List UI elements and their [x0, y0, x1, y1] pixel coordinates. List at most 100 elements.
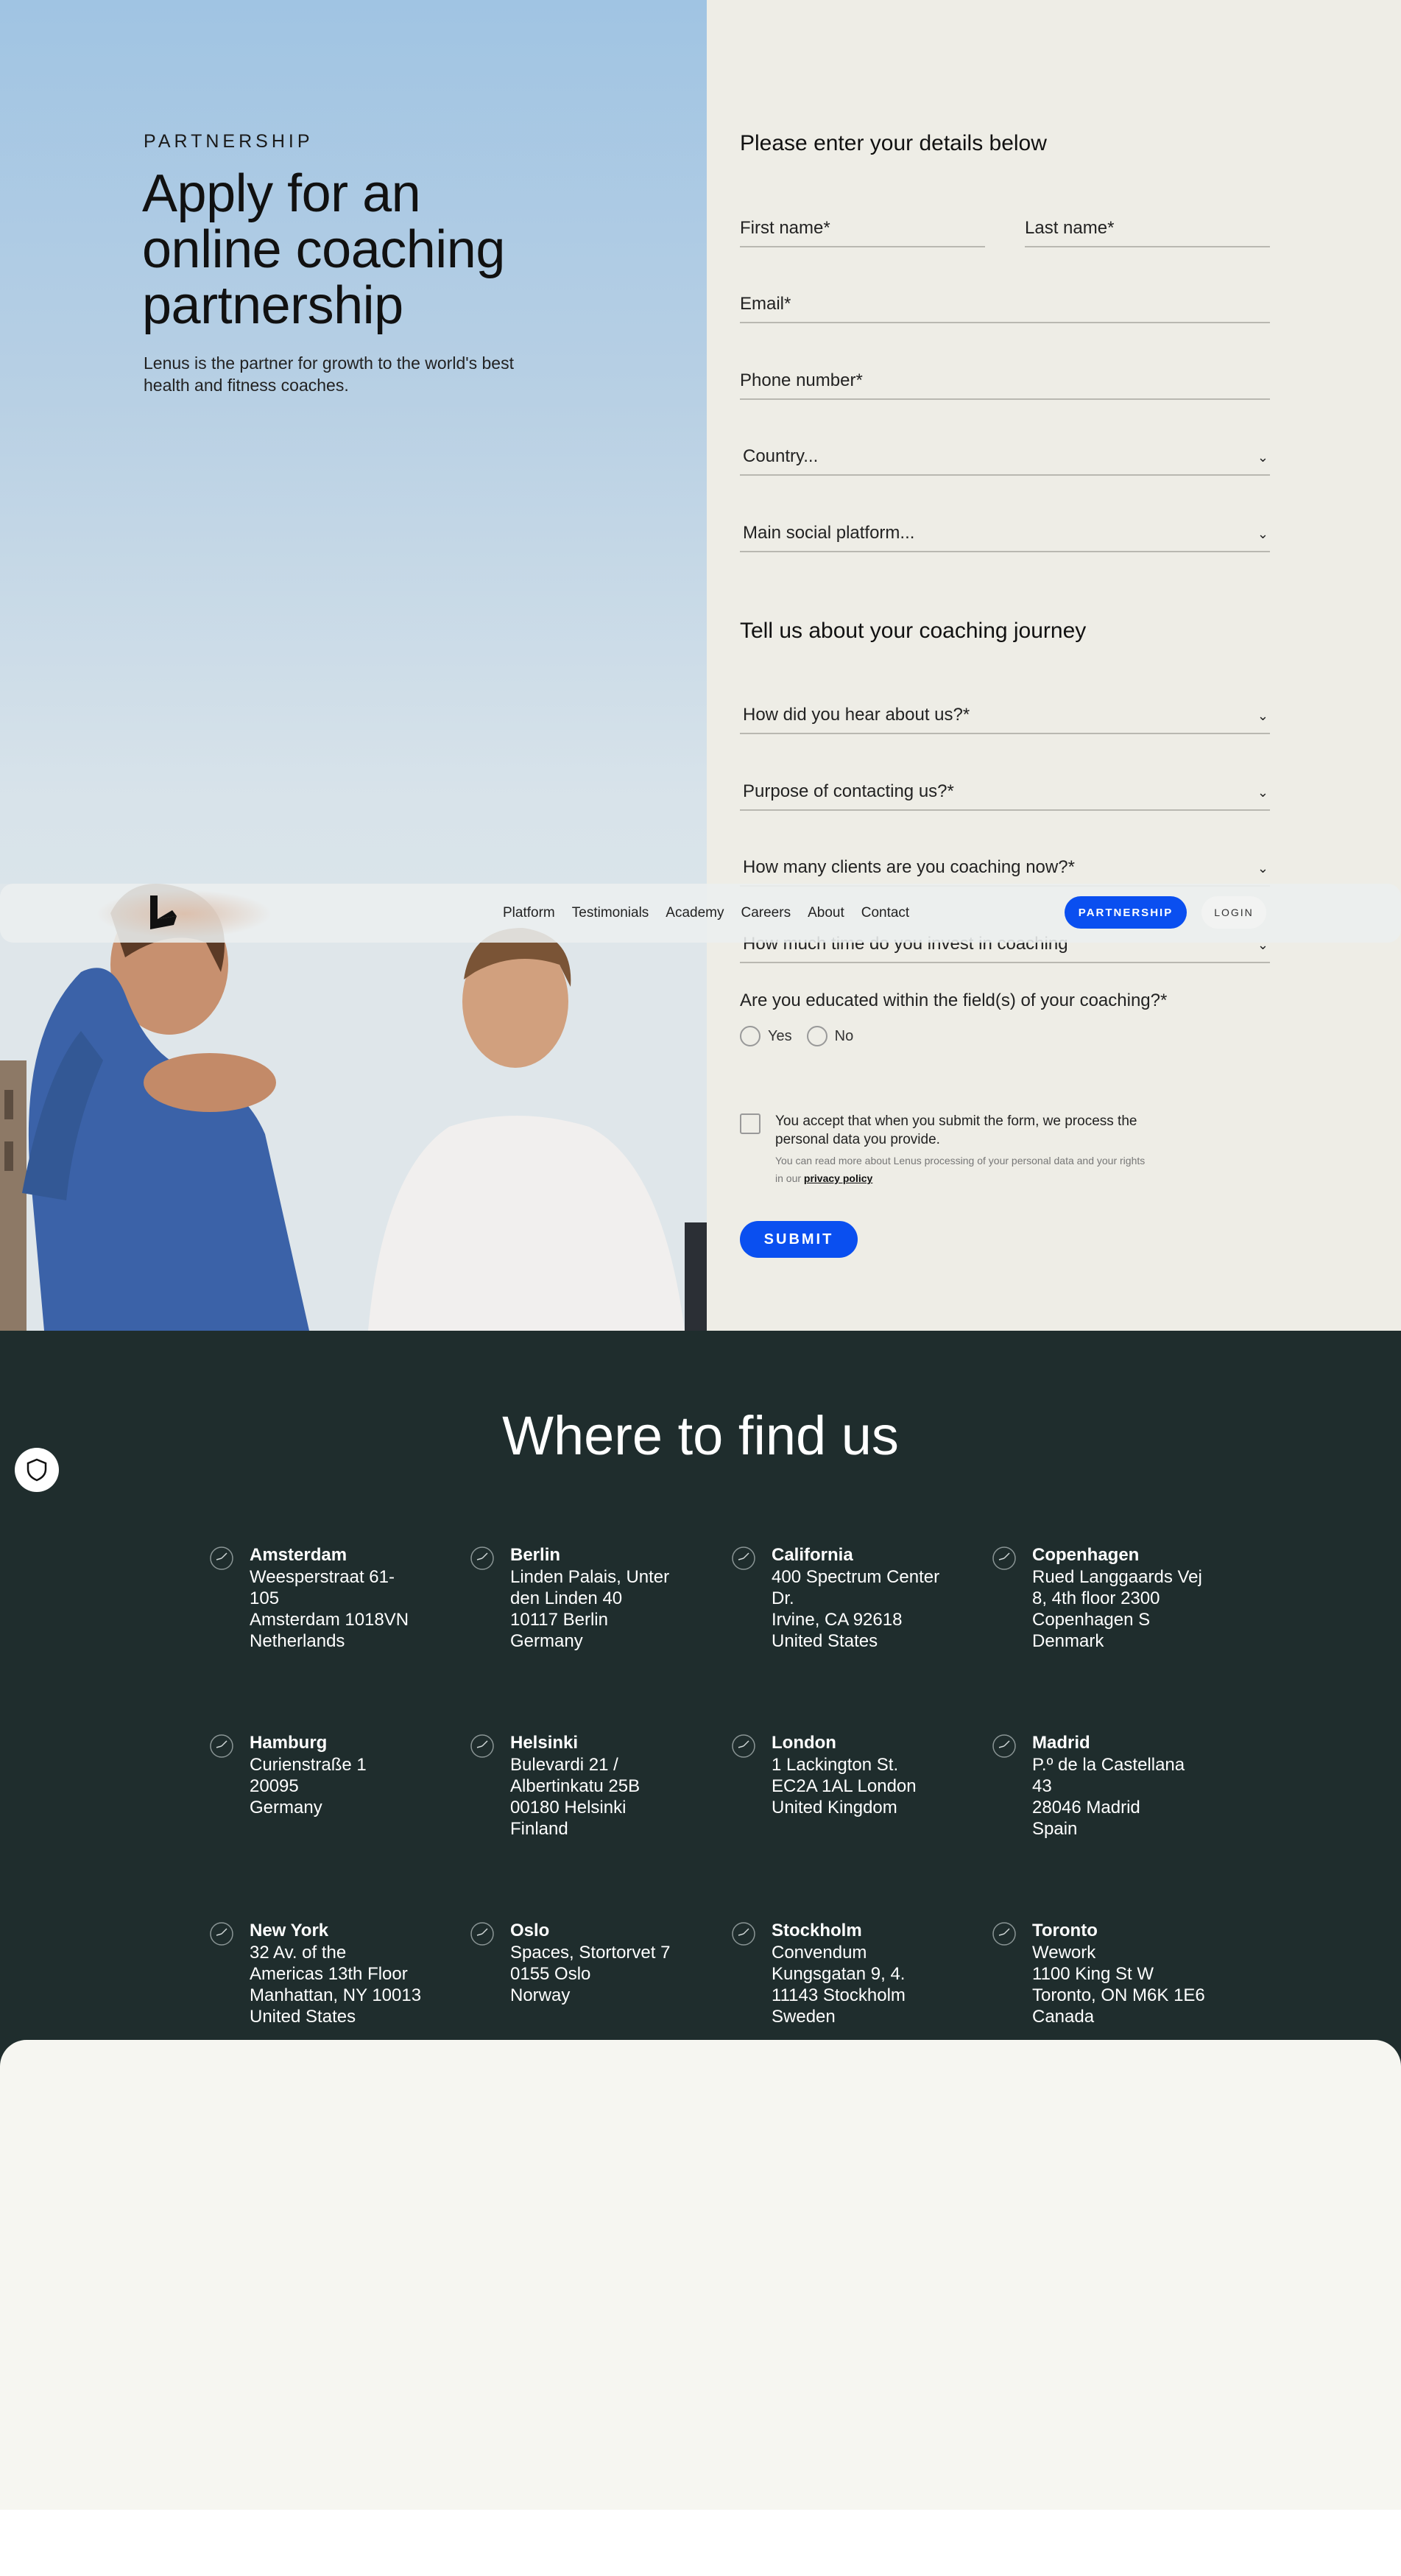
hear-about-label: How did you hear about us?* — [743, 705, 970, 725]
office-city: Oslo — [510, 1921, 550, 1940]
clock-icon — [210, 1546, 233, 1570]
nav-link-platform[interactable]: Platform — [503, 905, 555, 921]
privacy-policy-link[interactable]: privacy policy — [804, 1172, 872, 1184]
clock-icon — [732, 1734, 755, 1758]
nav-links: Platform Testimonials Academy Careers Ab… — [503, 884, 909, 943]
offices-title: Where to find us — [502, 1405, 899, 1466]
clients-label: How many clients are you coaching now?* — [743, 857, 1075, 877]
last-name-label: Last name* — [1025, 218, 1115, 238]
consent-text: You accept that when you submit the form… — [775, 1113, 1137, 1147]
office-item: Stockholm Convendum Kungsgatan 9, 4. 1114… — [732, 1920, 963, 2027]
submit-button[interactable]: SUBMIT — [740, 1221, 858, 1258]
clock-icon — [210, 1734, 233, 1758]
office-city: Copenhagen — [1032, 1545, 1140, 1565]
clock-icon — [992, 1734, 1016, 1758]
consent-checkbox[interactable] — [740, 1113, 761, 1134]
chevron-down-icon: ⌄ — [1257, 708, 1268, 723]
hero-section: PARTNERSHIP Apply for an online coaching… — [0, 0, 707, 1331]
office-item: California 400 Spectrum Center Dr. Irvine… — [732, 1544, 963, 1652]
phone-label: Phone number* — [740, 370, 863, 390]
login-button[interactable]: LOGIN — [1201, 896, 1266, 929]
phone-field[interactable]: Phone number* — [740, 360, 1270, 400]
radio-yes[interactable]: Yes — [740, 1026, 792, 1046]
email-label: Email* — [740, 294, 791, 314]
office-address: 1 Lackington St. EC2A 1AL London United … — [772, 1755, 917, 1817]
nav-link-testimonials[interactable]: Testimonials — [572, 905, 649, 921]
clock-icon — [210, 1922, 233, 1946]
office-city: Toronto — [1032, 1921, 1098, 1940]
clock-icon — [470, 1734, 494, 1758]
journey-heading: Tell us about your coaching journey — [740, 619, 1087, 643]
nav-link-academy[interactable]: Academy — [666, 905, 724, 921]
office-city: London — [772, 1733, 836, 1753]
office-item: New York 32 Av. of the Americas 13th Floo… — [210, 1920, 441, 2027]
office-city: Helsinki — [510, 1733, 579, 1753]
office-address: Linden Palais, Unter den Linden 40 10117… — [510, 1567, 670, 1651]
office-address: Weesperstraat 61- 105 Amsterdam 1018VN N… — [250, 1567, 409, 1651]
nav-link-contact[interactable]: Contact — [861, 905, 909, 921]
office-item: London 1 Lackington St. EC2A 1AL London U… — [732, 1732, 963, 1818]
partnership-button[interactable]: PARTNERSHIP — [1065, 896, 1187, 929]
office-city: Amsterdam — [250, 1545, 347, 1565]
office-address: 32 Av. of the Americas 13th Floor Manhat… — [250, 1943, 422, 2027]
clock-icon — [992, 1546, 1016, 1570]
radio-no-label: No — [834, 1027, 854, 1044]
logo-backdrop — [96, 890, 272, 938]
radio-yes-label: Yes — [768, 1027, 792, 1044]
radio-circle[interactable] — [740, 1026, 761, 1046]
shield-icon — [27, 1458, 47, 1482]
clock-icon — [992, 1922, 1016, 1946]
office-city: California — [772, 1545, 853, 1565]
lenus-logo-icon[interactable] — [144, 894, 181, 932]
educated-question: Are you educated within the field(s) of … — [740, 990, 1168, 1010]
office-address: Curienstraße 1 20095 Germany — [250, 1755, 367, 1817]
nav-link-about[interactable]: About — [808, 905, 844, 921]
office-city: Stockholm — [772, 1921, 862, 1940]
office-address: Rued Langgaards Vej 8, 4th floor 2300 Co… — [1032, 1567, 1202, 1651]
chevron-down-icon: ⌄ — [1257, 861, 1268, 876]
consent-block: You accept that when you submit the form… — [740, 1112, 1151, 1187]
office-city: Hamburg — [250, 1733, 328, 1753]
office-address: Wework 1100 King St W Toronto, ON M6K 1E… — [1032, 1943, 1205, 2027]
last-name-field[interactable]: Last name* — [1025, 208, 1270, 247]
clock-icon — [470, 1922, 494, 1946]
consent-small-text: You can read more about Lenus processing… — [775, 1152, 1151, 1187]
office-item: Berlin Linden Palais, Unter den Linden 40… — [470, 1544, 702, 1652]
footer-area — [0, 2040, 1401, 2510]
offices-section: Where to find us Amsterdam Weesperstraat … — [0, 1331, 1401, 2067]
chevron-down-icon: ⌄ — [1257, 527, 1268, 541]
clock-icon — [732, 1546, 755, 1570]
hear-about-select[interactable]: How did you hear about us?* ⌄ — [740, 694, 1270, 734]
email-field[interactable]: Email* — [740, 284, 1270, 323]
radio-circle[interactable] — [806, 1026, 827, 1046]
office-address: 400 Spectrum Center Dr. Irvine, CA 92618… — [772, 1567, 940, 1651]
office-item: Oslo Spaces, Stortorvet 7 0155 Oslo Norwa… — [470, 1920, 702, 2006]
chevron-down-icon: ⌄ — [1257, 785, 1268, 800]
first-name-label: First name* — [740, 218, 830, 238]
social-platform-label: Main social platform... — [743, 523, 915, 543]
purpose-label: Purpose of contacting us?* — [743, 781, 954, 801]
social-platform-select[interactable]: Main social platform... ⌄ — [740, 513, 1270, 552]
clock-icon — [732, 1922, 755, 1946]
office-item: Copenhagen Rued Langgaards Vej 8, 4th flo… — [992, 1544, 1224, 1652]
office-item: Hamburg Curienstraße 1 20095 Germany — [210, 1732, 441, 1818]
privacy-shield-button[interactable] — [15, 1448, 59, 1492]
first-name-field[interactable]: First name* — [740, 208, 985, 247]
clients-select[interactable]: How many clients are you coaching now?* … — [740, 847, 1270, 887]
purpose-select[interactable]: Purpose of contacting us?* ⌄ — [740, 771, 1270, 811]
nav-link-careers[interactable]: Careers — [741, 905, 791, 921]
hero-description: Lenus is the partner for growth to the w… — [144, 353, 514, 395]
clock-icon — [470, 1546, 494, 1570]
office-address: P.º de la Castellana 43 28046 Madrid Spa… — [1032, 1755, 1185, 1839]
office-address: Spaces, Stortorvet 7 0155 Oslo Norway — [510, 1943, 671, 2005]
form-heading: Please enter your details below — [740, 131, 1047, 155]
office-item: Toronto Wework 1100 King St W Toronto, ON… — [992, 1920, 1224, 2027]
office-item: Madrid P.º de la Castellana 43 28046 Madr… — [992, 1732, 1224, 1840]
country-select[interactable]: Country... ⌄ — [740, 436, 1270, 476]
office-city: New York — [250, 1921, 329, 1940]
office-city: Madrid — [1032, 1733, 1090, 1753]
navbar: Platform Testimonials Academy Careers Ab… — [0, 884, 1401, 943]
office-address: Convendum Kungsgatan 9, 4. 11143 Stockho… — [772, 1943, 906, 2027]
coaches-photo — [0, 884, 707, 1331]
radio-no[interactable]: No — [806, 1026, 854, 1046]
